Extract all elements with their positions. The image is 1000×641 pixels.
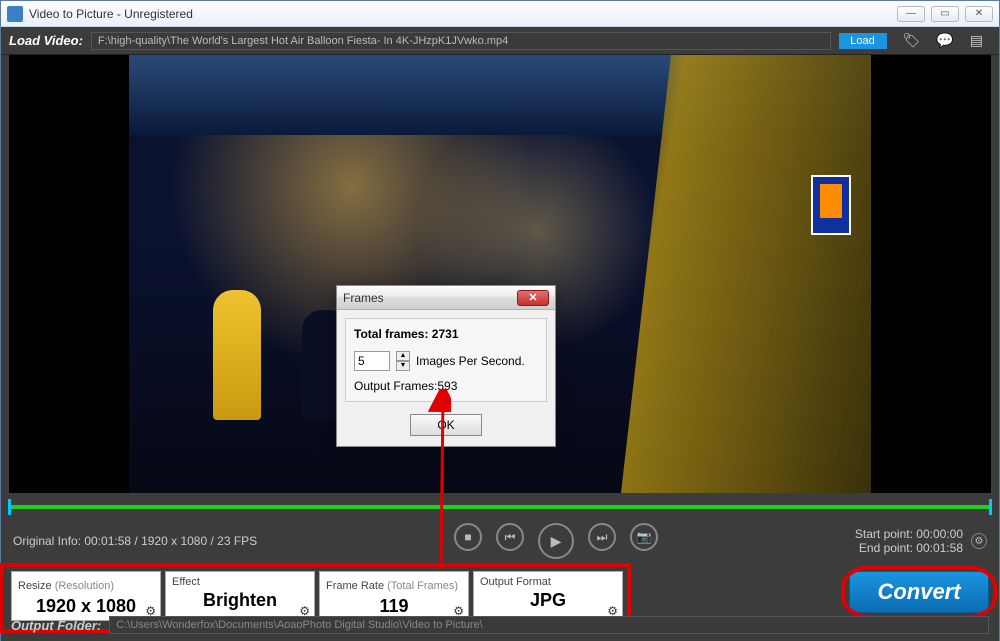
top-toolbar: Load Video: Load 🏷 💬 ▤	[1, 27, 999, 55]
maximize-button[interactable]: ▭	[931, 6, 959, 22]
output-folder-label: Output Folder:	[11, 618, 101, 633]
load-button[interactable]: Load	[839, 33, 887, 49]
app-icon	[7, 6, 23, 22]
video-path-input[interactable]	[91, 32, 831, 50]
resize-sublabel: (Resolution)	[55, 580, 114, 592]
start-point-value: 00:00:00	[916, 527, 963, 541]
output-format-value: JPG	[480, 590, 616, 611]
dialog-close-button[interactable]: ✕	[517, 290, 549, 306]
stop-button[interactable]: ■	[454, 523, 482, 551]
output-frames-value: 593	[437, 379, 457, 393]
toolbar-icons: 🏷 💬 ▤	[903, 32, 983, 49]
dialog-title: Frames	[343, 291, 517, 305]
controls-row: Original Info: 00:01:58 / 1920 x 1080 / …	[1, 517, 999, 565]
window-controls: — ▭ ✕	[897, 6, 993, 22]
comment-icon[interactable]: 💬	[936, 32, 953, 49]
frame-rate-label: Frame Rate	[326, 580, 387, 592]
fps-up-button[interactable]: ▲	[396, 351, 410, 361]
point-info: Start point: 00:00:00 End point: 00:01:5…	[855, 527, 963, 555]
resize-label: Resize	[18, 580, 55, 592]
fps-label: Images Per Second.	[416, 354, 525, 368]
original-info: Original Info: 00:01:58 / 1920 x 1080 / …	[13, 534, 257, 548]
close-button[interactable]: ✕	[965, 6, 993, 22]
next-frame-button[interactable]: ⏭	[588, 523, 616, 551]
dialog-body: Total frames: 2731 ▲ ▼ Images Per Second…	[345, 318, 547, 402]
list-icon[interactable]: ▤	[970, 32, 983, 49]
effect-value: Brighten	[172, 590, 308, 611]
total-frames-label: Total frames:	[354, 327, 432, 341]
effect-label: Effect	[172, 576, 308, 588]
ok-button[interactable]: OK	[410, 414, 482, 436]
frames-dialog: Frames ✕ Total frames: 2731 ▲ ▼ Images P…	[336, 285, 556, 447]
transport-controls: ■ ⏮ ▶ ⏭ 📷	[257, 523, 855, 559]
fps-input[interactable]	[354, 351, 390, 371]
snapshot-button[interactable]: 📷	[630, 523, 658, 551]
prev-frame-button[interactable]: ⏮	[496, 523, 524, 551]
minimize-button[interactable]: —	[897, 6, 925, 22]
end-point-label: End point:	[859, 541, 913, 555]
play-button[interactable]: ▶	[538, 523, 574, 559]
fps-down-button[interactable]: ▼	[396, 361, 410, 371]
timeline-start-handle[interactable]	[8, 499, 11, 515]
app-window: Video to Picture - Unregistered — ▭ ✕ Lo…	[0, 0, 1000, 641]
total-frames-value: 2731	[432, 327, 459, 341]
window-titlebar: Video to Picture - Unregistered — ▭ ✕	[1, 1, 999, 27]
timeline[interactable]	[9, 499, 991, 517]
timeline-end-handle[interactable]	[989, 499, 992, 515]
output-format-label: Output Format	[480, 576, 616, 588]
points-settings-icon[interactable]: ⚙	[971, 533, 987, 549]
frame-rate-sublabel: (Total Frames)	[387, 580, 458, 592]
end-point-value: 00:01:58	[916, 541, 963, 555]
dialog-titlebar[interactable]: Frames ✕	[337, 286, 555, 310]
output-folder-bar: Output Folder:	[11, 613, 989, 637]
app-body: Load Video: Load 🏷 💬 ▤	[1, 27, 999, 641]
output-frames-label: Output Frames:	[354, 379, 437, 393]
output-folder-input[interactable]	[109, 616, 989, 634]
load-video-label: Load Video:	[9, 33, 83, 48]
convert-button[interactable]: Convert	[849, 571, 989, 613]
tag-icon[interactable]: 🏷	[903, 32, 921, 49]
window-title: Video to Picture - Unregistered	[29, 7, 897, 21]
start-point-label: Start point:	[855, 527, 913, 541]
convert-wrap: Convert	[849, 571, 989, 613]
